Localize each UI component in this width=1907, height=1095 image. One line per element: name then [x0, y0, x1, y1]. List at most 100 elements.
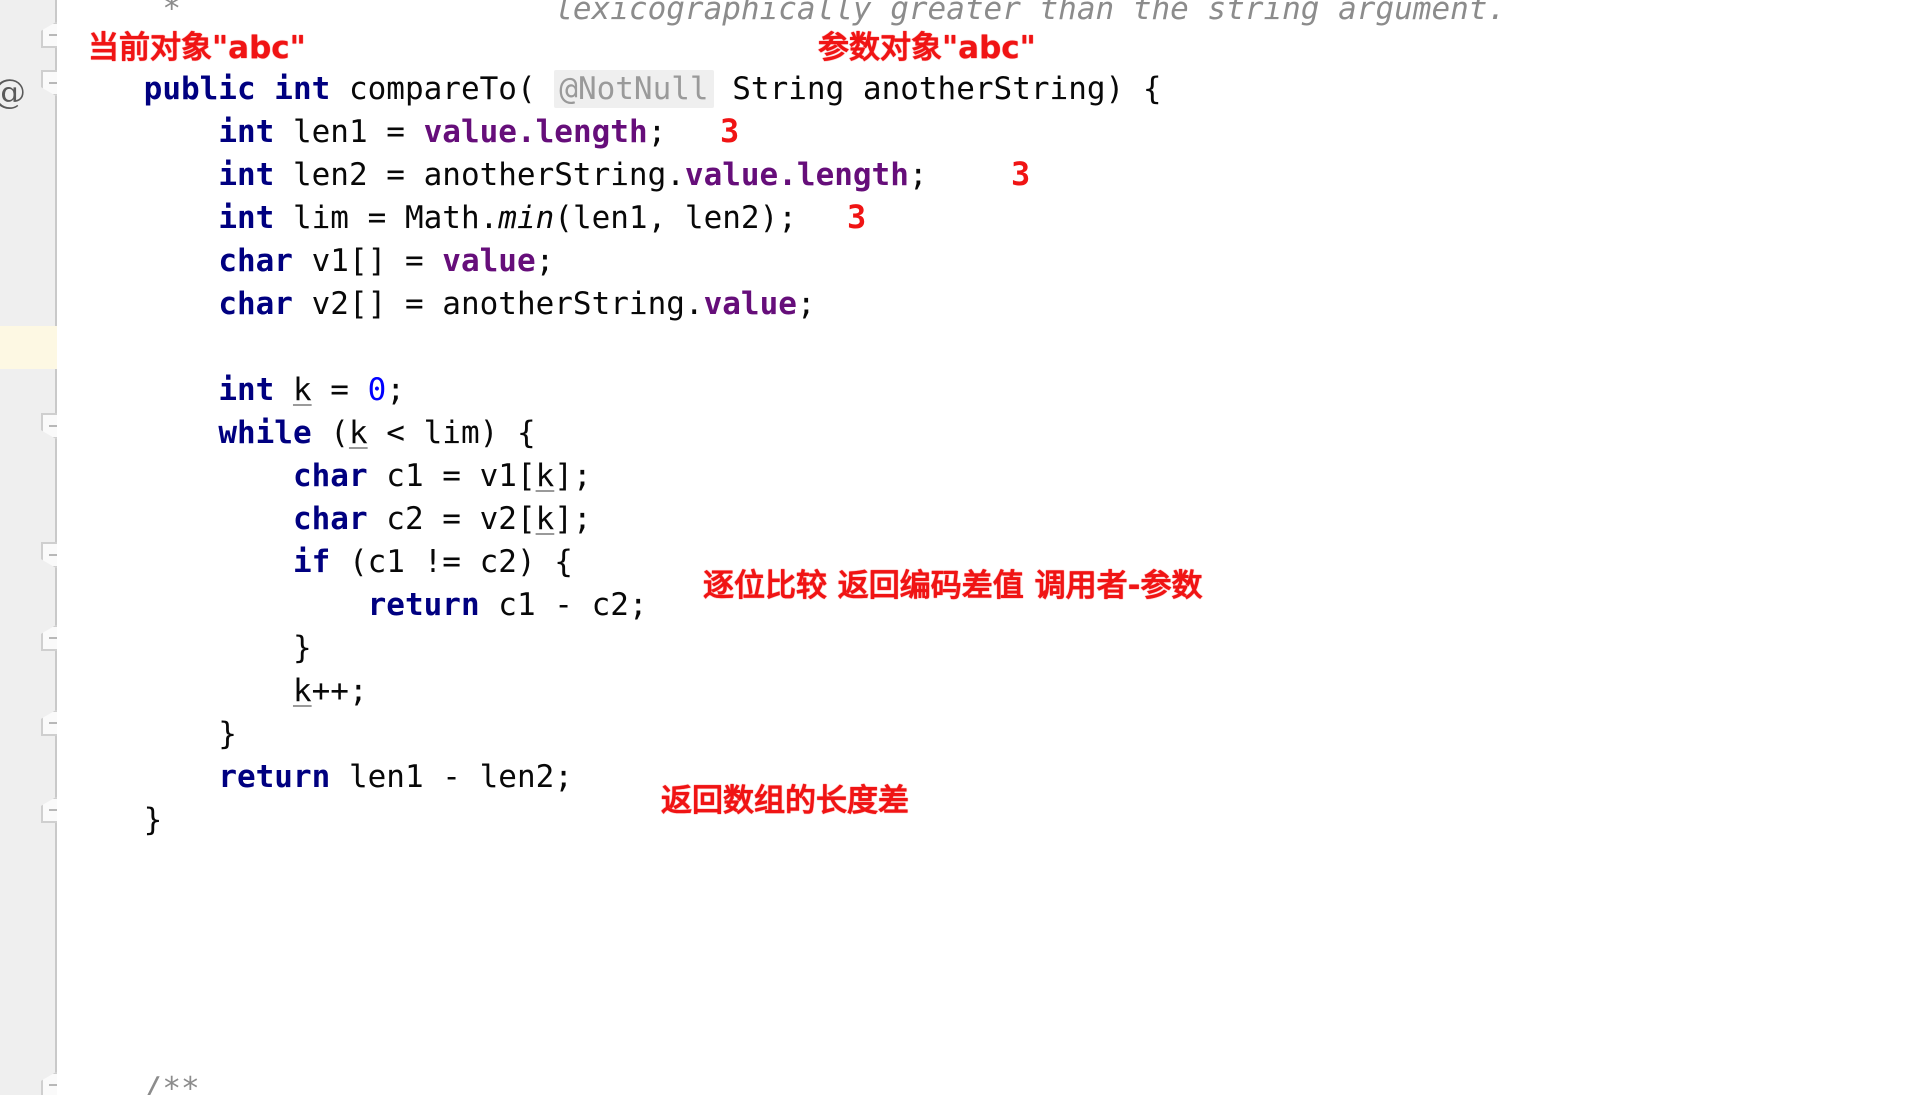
- note-length-diff: 返回数组的长度差: [661, 783, 909, 819]
- code-line[interactable]: char c1 = v1[k];: [57, 455, 1907, 498]
- code-line-text: }: [57, 713, 237, 756]
- code-token: length: [535, 114, 648, 150]
- code-token: .: [778, 157, 797, 193]
- note-current-object: 当前对象"abc": [88, 30, 306, 66]
- code-token: k: [348, 415, 368, 451]
- note-param-object: 参数对象"abc": [818, 30, 1036, 66]
- code-token: return: [367, 587, 499, 623]
- code-token: length: [796, 157, 909, 193]
- code-token: int: [218, 157, 293, 193]
- code-line[interactable]: int k = 0;: [57, 369, 1907, 412]
- code-token: len1 - len2;: [348, 759, 573, 795]
- code-line-text: /**: [57, 1068, 200, 1095]
- code-token: value: [684, 157, 779, 193]
- code-line[interactable]: }: [57, 627, 1907, 670]
- code-token: value: [423, 114, 517, 150]
- code-token: }: [69, 630, 312, 666]
- code-token: ;: [386, 372, 405, 408]
- code-line-text: char v1[] = value;: [57, 240, 554, 283]
- code-token: k: [292, 372, 312, 408]
- code-line[interactable]: return len1 - len2;: [57, 756, 1907, 799]
- code-token: len2 = anotherString.: [292, 157, 685, 193]
- code-token: char: [292, 501, 387, 537]
- code-token: ;: [535, 243, 555, 279]
- code-token: public int: [143, 71, 349, 107]
- code-line-text: if (c1 != c2) {: [57, 541, 573, 584]
- code-token: .: [516, 114, 536, 150]
- value-len2: 3: [1011, 155, 1031, 193]
- code-line[interactable]: }: [57, 713, 1907, 756]
- code-line[interactable]: int len1 = value.length;: [57, 111, 1907, 154]
- code-token: }: [69, 716, 237, 752]
- code-token: return: [218, 759, 349, 795]
- code-line[interactable]: int lim = Math.min(len1, len2);: [57, 197, 1907, 240]
- code-line-text: }: [57, 627, 312, 670]
- code-line-text: public int compareTo( @NotNull String an…: [57, 68, 1162, 111]
- code-line-text: return c1 - c2;: [57, 584, 648, 627]
- value-len1: 3: [720, 112, 740, 150]
- code-token: value: [703, 286, 797, 322]
- code-token: compareTo(: [348, 71, 536, 107]
- code-line-text: int len1 = value.length;: [57, 111, 666, 154]
- code-line-text: while (k < lim) {: [57, 412, 535, 455]
- code-token: int: [218, 372, 293, 408]
- code-token: len1 =: [292, 114, 424, 150]
- code-token: c2 = v2[: [386, 501, 536, 537]
- annotation-at-icon: @: [0, 72, 26, 112]
- code-line[interactable]: int len2 = anotherString.value.length;: [57, 154, 1907, 197]
- code-token: k: [535, 458, 555, 494]
- code-token: }: [69, 802, 163, 838]
- code-token: int: [218, 200, 293, 236]
- code-line[interactable]: char c2 = v2[k];: [57, 498, 1907, 541]
- code-line-text: char c1 = v1[k];: [57, 455, 592, 498]
- code-line[interactable]: char v1[] = value;: [57, 240, 1907, 283]
- code-editor[interactable]: @ * lexicographically greater than the s…: [0, 0, 1907, 1095]
- code-token: (len1, len2);: [554, 200, 797, 236]
- code-token: int: [218, 114, 293, 150]
- code-token: String anotherString) {: [713, 71, 1162, 107]
- code-token: lim = Math.: [292, 200, 499, 236]
- code-token: (: [330, 415, 349, 451]
- code-token: char: [292, 458, 387, 494]
- value-lim: 3: [847, 198, 867, 236]
- code-line[interactable]: }: [57, 799, 1907, 842]
- code-line-text: int lim = Math.min(len1, len2);: [57, 197, 797, 240]
- code-token: ++;: [311, 673, 368, 709]
- code-token: (c1 != c2) {: [348, 544, 573, 580]
- code-token: k: [535, 501, 555, 537]
- code-token: ];: [554, 458, 592, 494]
- code-token: v2[] = anotherString.: [311, 286, 704, 322]
- code-token: 0: [367, 372, 387, 408]
- code-token: c1 = v1[: [386, 458, 536, 494]
- code-token: ;: [908, 157, 928, 193]
- code-token: @NotNull: [554, 70, 714, 108]
- code-token: char: [218, 243, 312, 279]
- code-token: /**: [69, 1071, 200, 1095]
- code-line[interactable]: while (k < lim) {: [57, 412, 1907, 455]
- code-token: v1[] =: [311, 243, 443, 279]
- code-line[interactable]: char v2[] = anotherString.value;: [57, 283, 1907, 326]
- code-surface[interactable]: * lexicographically greater than the str…: [57, 0, 1907, 1095]
- code-line[interactable]: k++;: [57, 670, 1907, 713]
- code-token: while: [218, 415, 331, 451]
- code-line[interactable]: public int compareTo( @NotNull String an…: [57, 68, 1907, 111]
- code-token: char: [218, 286, 312, 322]
- code-line-text: char v2[] = anotherString.value;: [57, 283, 815, 326]
- code-line-text: return len1 - len2;: [57, 756, 573, 799]
- code-line[interactable]: /**: [57, 1068, 1907, 1095]
- code-token: c1 - c2;: [498, 587, 648, 623]
- code-line-text: int k = 0;: [57, 369, 405, 412]
- code-line[interactable]: [57, 326, 1907, 369]
